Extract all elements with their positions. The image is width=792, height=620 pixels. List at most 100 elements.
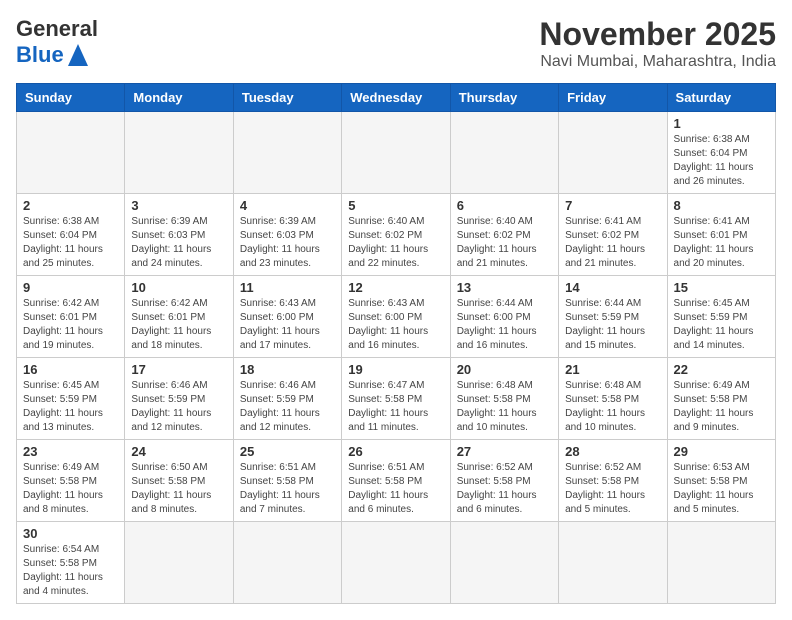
calendar-cell: 13 Sunrise: 6:44 AM Sunset: 6:00 PM Dayli…	[450, 276, 558, 358]
calendar-cell: 11Sunrise: 6:43 AM Sunset: 6:00 PM Dayli…	[233, 276, 341, 358]
calendar-cell: 9 Sunrise: 6:42 AM Sunset: 6:01 PM Daylig…	[17, 276, 125, 358]
calendar-cell: 5Sunrise: 6:40 AM Sunset: 6:02 PM Daylig…	[342, 194, 450, 276]
calendar-cell	[559, 522, 667, 604]
day-info: Sunrise: 6:54 AM Sunset: 5:58 PM Dayligh…	[23, 543, 118, 599]
calendar-cell	[125, 522, 233, 604]
day-info: Sunrise: 6:40 AM Sunset: 6:02 PM Dayligh…	[457, 215, 552, 271]
day-info: Sunrise: 6:44 AM Sunset: 6:00 PM Dayligh…	[457, 297, 552, 353]
day-info: Sunrise: 6:46 AM Sunset: 5:59 PM Dayligh…	[131, 379, 226, 435]
day-info: Sunrise: 6:42 AM Sunset: 6:01 PM Dayligh…	[131, 297, 226, 353]
day-info: Sunrise: 6:47 AM Sunset: 5:58 PM Dayligh…	[348, 379, 443, 435]
calendar-cell	[559, 112, 667, 194]
day-number: 14	[565, 280, 660, 295]
page-header: General Blue November 2025 Navi Mumbai, …	[16, 16, 776, 71]
day-number: 3	[131, 198, 226, 213]
day-info: Sunrise: 6:50 AM Sunset: 5:58 PM Dayligh…	[131, 461, 226, 517]
day-number: 26	[348, 444, 443, 459]
calendar-cell: 14Sunrise: 6:44 AM Sunset: 5:59 PM Dayli…	[559, 276, 667, 358]
calendar-cell: 22 Sunrise: 6:49 AM Sunset: 5:58 PM Dayli…	[667, 358, 775, 440]
calendar-cell: 1Sunrise: 6:38 AM Sunset: 6:04 PM Daylig…	[667, 112, 775, 194]
calendar-cell: 26Sunrise: 6:51 AM Sunset: 5:58 PM Dayli…	[342, 440, 450, 522]
day-number: 18	[240, 362, 335, 377]
calendar-cell	[450, 522, 558, 604]
calendar-cell: 16Sunrise: 6:45 AM Sunset: 5:59 PM Dayli…	[17, 358, 125, 440]
calendar-cell: 28Sunrise: 6:52 AM Sunset: 5:58 PM Dayli…	[559, 440, 667, 522]
day-info: Sunrise: 6:40 AM Sunset: 6:02 PM Dayligh…	[348, 215, 443, 271]
day-info: Sunrise: 6:41 AM Sunset: 6:01 PM Dayligh…	[674, 215, 769, 271]
day-number: 16	[23, 362, 118, 377]
calendar-cell: 18 Sunrise: 6:46 AM Sunset: 5:59 PM Dayli…	[233, 358, 341, 440]
calendar-cell: 29Sunrise: 6:53 AM Sunset: 5:58 PM Dayli…	[667, 440, 775, 522]
calendar-cell: 21 Sunrise: 6:48 AM Sunset: 5:58 PM Dayli…	[559, 358, 667, 440]
day-info: Sunrise: 6:49 AM Sunset: 5:58 PM Dayligh…	[674, 379, 769, 435]
calendar-cell: 19Sunrise: 6:47 AM Sunset: 5:58 PM Dayli…	[342, 358, 450, 440]
day-info: Sunrise: 6:46 AM Sunset: 5:59 PM Dayligh…	[240, 379, 335, 435]
calendar-cell: 17 Sunrise: 6:46 AM Sunset: 5:59 PM Dayli…	[125, 358, 233, 440]
day-info: Sunrise: 6:41 AM Sunset: 6:02 PM Dayligh…	[565, 215, 660, 271]
calendar-cell	[233, 112, 341, 194]
calendar-cell	[17, 112, 125, 194]
calendar-week-row: 30 Sunrise: 6:54 AM Sunset: 5:58 PM Dayli…	[17, 522, 776, 604]
title-section: November 2025 Navi Mumbai, Maharashtra, …	[539, 16, 776, 71]
day-number: 6	[457, 198, 552, 213]
logo-blue-text: Blue	[16, 42, 64, 68]
calendar-cell	[125, 112, 233, 194]
calendar-cell: 27 Sunrise: 6:52 AM Sunset: 5:58 PM Dayli…	[450, 440, 558, 522]
calendar-cell: 30 Sunrise: 6:54 AM Sunset: 5:58 PM Dayli…	[17, 522, 125, 604]
calendar-week-row: 16Sunrise: 6:45 AM Sunset: 5:59 PM Dayli…	[17, 358, 776, 440]
day-number: 8	[674, 198, 769, 213]
day-info: Sunrise: 6:43 AM Sunset: 6:00 PM Dayligh…	[348, 297, 443, 353]
day-info: Sunrise: 6:45 AM Sunset: 5:59 PM Dayligh…	[674, 297, 769, 353]
day-number: 9	[23, 280, 118, 295]
day-info: Sunrise: 6:43 AM Sunset: 6:00 PM Dayligh…	[240, 297, 335, 353]
calendar-cell	[342, 522, 450, 604]
weekday-header-monday: Monday	[125, 84, 233, 112]
weekday-header-saturday: Saturday	[667, 84, 775, 112]
day-number: 17	[131, 362, 226, 377]
day-number: 4	[240, 198, 335, 213]
calendar-cell: 3Sunrise: 6:39 AM Sunset: 6:03 PM Daylig…	[125, 194, 233, 276]
day-info: Sunrise: 6:51 AM Sunset: 5:58 PM Dayligh…	[240, 461, 335, 517]
logo-triangle-icon	[68, 44, 88, 66]
day-info: Sunrise: 6:49 AM Sunset: 5:58 PM Dayligh…	[23, 461, 118, 517]
calendar-cell	[450, 112, 558, 194]
day-number: 27	[457, 444, 552, 459]
calendar-cell: 23Sunrise: 6:49 AM Sunset: 5:58 PM Dayli…	[17, 440, 125, 522]
calendar-cell: 4Sunrise: 6:39 AM Sunset: 6:03 PM Daylig…	[233, 194, 341, 276]
calendar-cell	[233, 522, 341, 604]
calendar-week-row: 23Sunrise: 6:49 AM Sunset: 5:58 PM Dayli…	[17, 440, 776, 522]
day-number: 12	[348, 280, 443, 295]
logo: General Blue	[16, 16, 98, 68]
calendar-cell: 15 Sunrise: 6:45 AM Sunset: 5:59 PM Dayli…	[667, 276, 775, 358]
day-info: Sunrise: 6:42 AM Sunset: 6:01 PM Dayligh…	[23, 297, 118, 353]
day-number: 15	[674, 280, 769, 295]
day-number: 10	[131, 280, 226, 295]
day-info: Sunrise: 6:52 AM Sunset: 5:58 PM Dayligh…	[565, 461, 660, 517]
weekday-header-row: SundayMondayTuesdayWednesdayThursdayFrid…	[17, 84, 776, 112]
location-subtitle: Navi Mumbai, Maharashtra, India	[539, 53, 776, 71]
day-number: 13	[457, 280, 552, 295]
calendar-week-row: 9 Sunrise: 6:42 AM Sunset: 6:01 PM Daylig…	[17, 276, 776, 358]
weekday-header-thursday: Thursday	[450, 84, 558, 112]
calendar-week-row: 2Sunrise: 6:38 AM Sunset: 6:04 PM Daylig…	[17, 194, 776, 276]
weekday-header-wednesday: Wednesday	[342, 84, 450, 112]
day-number: 20	[457, 362, 552, 377]
day-info: Sunrise: 6:38 AM Sunset: 6:04 PM Dayligh…	[674, 133, 769, 189]
day-info: Sunrise: 6:48 AM Sunset: 5:58 PM Dayligh…	[565, 379, 660, 435]
calendar-cell: 25Sunrise: 6:51 AM Sunset: 5:58 PM Dayli…	[233, 440, 341, 522]
day-number: 30	[23, 526, 118, 541]
day-number: 22	[674, 362, 769, 377]
day-info: Sunrise: 6:52 AM Sunset: 5:58 PM Dayligh…	[457, 461, 552, 517]
logo-general: General	[16, 16, 98, 42]
day-number: 21	[565, 362, 660, 377]
weekday-header-sunday: Sunday	[17, 84, 125, 112]
calendar-cell	[667, 522, 775, 604]
calendar-table: SundayMondayTuesdayWednesdayThursdayFrid…	[16, 83, 776, 604]
calendar-cell: 2Sunrise: 6:38 AM Sunset: 6:04 PM Daylig…	[17, 194, 125, 276]
day-info: Sunrise: 6:48 AM Sunset: 5:58 PM Dayligh…	[457, 379, 552, 435]
month-title: November 2025	[539, 16, 776, 53]
calendar-week-row: 1Sunrise: 6:38 AM Sunset: 6:04 PM Daylig…	[17, 112, 776, 194]
calendar-cell: 24Sunrise: 6:50 AM Sunset: 5:58 PM Dayli…	[125, 440, 233, 522]
weekday-header-tuesday: Tuesday	[233, 84, 341, 112]
calendar-cell: 6 Sunrise: 6:40 AM Sunset: 6:02 PM Daylig…	[450, 194, 558, 276]
